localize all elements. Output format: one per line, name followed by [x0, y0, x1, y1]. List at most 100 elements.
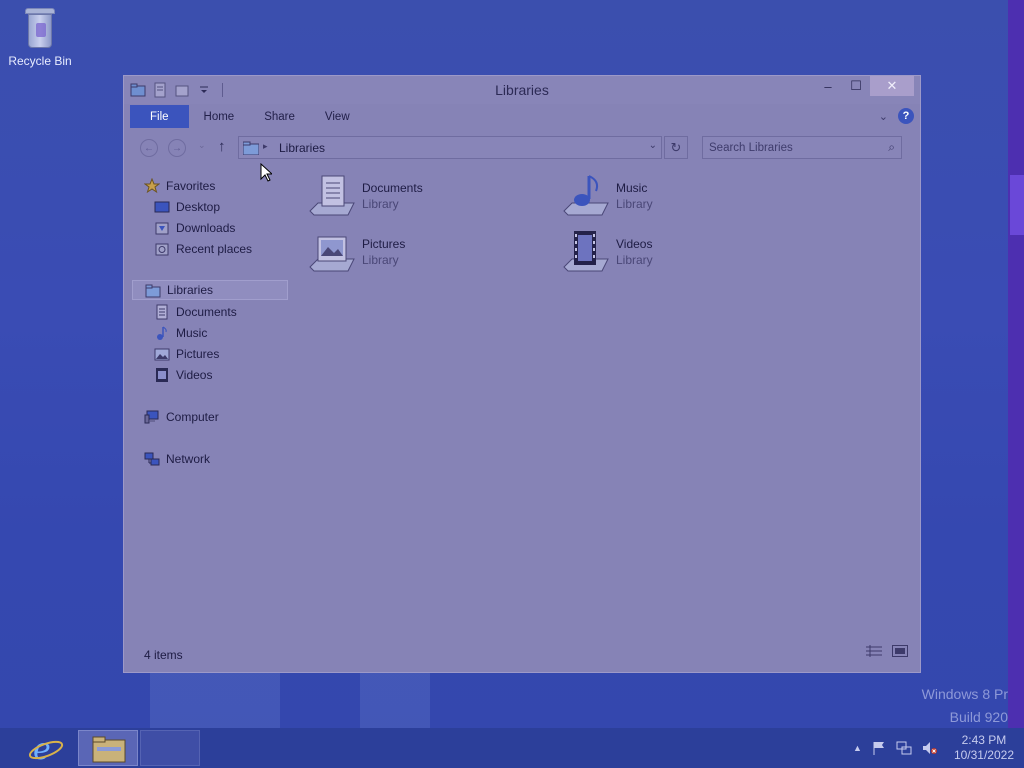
show-hidden-icons-icon[interactable]: ▲	[853, 743, 862, 753]
large-icons-view-icon[interactable]	[892, 645, 908, 660]
libraries-icon	[145, 282, 161, 298]
nav-desktop[interactable]: Desktop	[154, 197, 220, 217]
nav-computer[interactable]: Computer	[144, 407, 219, 427]
wallpaper-streak	[150, 672, 280, 728]
desktop-icon-label: Recycle Bin	[8, 54, 72, 68]
nav-pictures[interactable]: Pictures	[154, 344, 219, 364]
volume-muted-icon[interactable]	[922, 741, 938, 755]
library-name: Pictures	[362, 237, 406, 251]
search-box[interactable]: ⌕	[702, 136, 902, 159]
nav-label: Favorites	[166, 179, 216, 193]
wallpaper-streak	[360, 672, 430, 728]
desktop-icon-recycle-bin[interactable]: Recycle Bin	[6, 6, 74, 68]
clock-time: 2:43 PM	[961, 733, 1007, 747]
library-documents[interactable]: Documents Library	[308, 173, 528, 223]
taskbar-app-ghost[interactable]	[140, 730, 200, 766]
action-center-flag-icon[interactable]	[872, 741, 886, 755]
mouse-pointer-icon	[260, 163, 272, 182]
ribbon-tabs: File Home Share View ⌄ ?	[130, 105, 914, 128]
recent-places-icon	[154, 241, 170, 257]
breadcrumb-separator-icon[interactable]: ▸	[263, 141, 268, 152]
clock[interactable]: 2:43 PM 10/31/2022	[954, 733, 1014, 763]
back-button[interactable]: ←	[140, 139, 158, 157]
libraries-folder-icon	[242, 141, 260, 156]
nav-recent-places[interactable]: Recent places	[154, 239, 252, 259]
music-library-icon	[562, 173, 610, 221]
nav-downloads[interactable]: Downloads	[154, 218, 235, 238]
nav-label: Network	[166, 452, 211, 466]
nav-label: Downloads	[176, 221, 236, 235]
internet-explorer-icon: e	[28, 732, 64, 767]
library-name: Music	[616, 181, 648, 195]
library-type: Library	[362, 197, 399, 211]
taskbar-file-explorer[interactable]	[78, 730, 138, 766]
library-name: Videos	[616, 237, 653, 251]
nav-favorites[interactable]: Favorites	[143, 176, 216, 196]
nav-label: Videos	[176, 368, 213, 382]
tab-file[interactable]: File	[130, 105, 189, 128]
network-icon	[144, 451, 160, 467]
tab-share[interactable]: Share	[249, 105, 310, 128]
documents-icon	[154, 304, 170, 320]
nav-label: Music	[176, 326, 208, 340]
expand-ribbon-icon[interactable]: ⌄	[879, 110, 888, 123]
address-row: ← → ⌄ ↑ ▸ Libraries ⌄ ↻ ⌕	[138, 136, 906, 160]
details-view-icon[interactable]	[866, 645, 882, 660]
address-dropdown-icon[interactable]: ⌄	[649, 140, 657, 151]
title-bar[interactable]: Libraries – ☐ ✕	[124, 76, 920, 104]
watermark-build: Build 920	[949, 709, 1008, 725]
library-type: Library	[616, 253, 653, 267]
network-status-icon[interactable]	[896, 741, 912, 755]
nav-music[interactable]: Music	[154, 323, 207, 343]
nav-label: Recent places	[176, 242, 253, 256]
downloads-icon	[154, 220, 170, 236]
recent-locations-button[interactable]: ⌄	[198, 140, 206, 151]
library-pictures[interactable]: Pictures Library	[308, 229, 528, 279]
window-controls: – ☐ ✕	[814, 76, 914, 96]
nav-label: Pictures	[176, 347, 220, 361]
videos-library-icon	[562, 229, 610, 277]
maximize-button[interactable]: ☐	[842, 76, 870, 96]
documents-library-icon	[308, 173, 356, 221]
nav-label: Documents	[176, 305, 237, 319]
close-button[interactable]: ✕	[870, 76, 914, 96]
videos-icon	[154, 367, 170, 383]
refresh-button[interactable]: ↻	[664, 136, 688, 159]
pictures-icon	[154, 346, 170, 362]
forward-button[interactable]: →	[168, 139, 186, 157]
clock-date: 10/31/2022	[953, 748, 1014, 762]
library-type: Library	[616, 197, 653, 211]
desktop-icon	[154, 199, 170, 215]
edge-panel	[1008, 0, 1024, 728]
up-button[interactable]: ↑	[218, 138, 226, 155]
breadcrumb-libraries[interactable]: Libraries	[279, 141, 325, 155]
minimize-button[interactable]: –	[814, 76, 842, 96]
star-icon	[143, 177, 161, 194]
library-music[interactable]: Music Library	[562, 173, 782, 223]
nav-network[interactable]: Network	[144, 449, 210, 469]
nav-videos[interactable]: Videos	[154, 365, 212, 385]
computer-icon	[144, 409, 160, 425]
library-name: Documents	[362, 181, 423, 195]
nav-libraries[interactable]: Libraries	[132, 280, 288, 300]
search-input[interactable]	[709, 140, 873, 156]
recycle-bin-icon	[25, 8, 55, 50]
library-type: Library	[362, 253, 399, 267]
file-explorer-icon	[92, 736, 126, 763]
pictures-library-icon	[308, 229, 356, 277]
help-icon[interactable]: ?	[898, 108, 914, 124]
status-item-count: 4 items	[144, 648, 183, 662]
tab-home[interactable]: Home	[189, 105, 250, 128]
music-icon	[154, 325, 170, 341]
view-switcher	[866, 645, 908, 660]
system-tray: ▲ 2:43 PM 10/31/2022	[853, 728, 1014, 768]
tab-view[interactable]: View	[310, 105, 365, 128]
watermark-edition: Windows 8 Pr	[921, 686, 1008, 702]
library-videos[interactable]: Videos Library	[562, 229, 782, 279]
nav-documents[interactable]: Documents	[154, 302, 237, 322]
address-bar[interactable]: ▸ Libraries ⌄	[238, 136, 662, 159]
nav-label: Desktop	[176, 200, 221, 214]
window-title: Libraries	[495, 82, 549, 98]
taskbar-internet-explorer[interactable]: e	[16, 730, 76, 767]
search-icon[interactable]: ⌕	[888, 140, 895, 155]
